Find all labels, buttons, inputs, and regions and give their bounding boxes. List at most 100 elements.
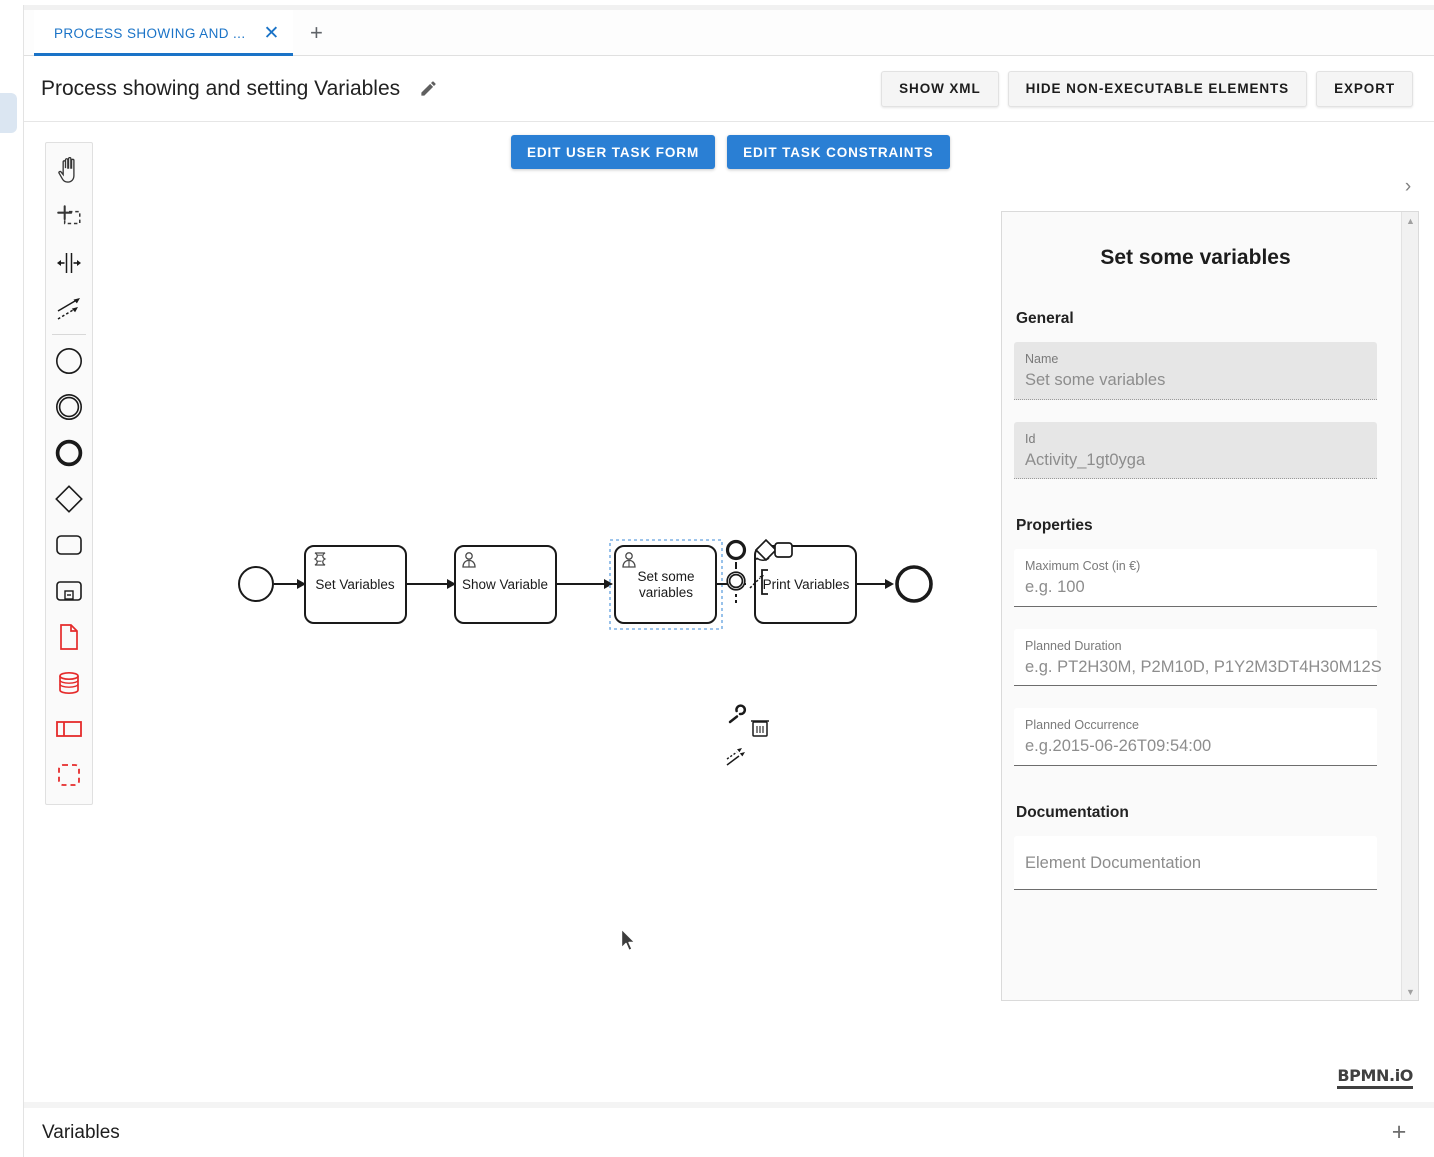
palette-intermediate-event[interactable]: [46, 384, 92, 430]
left-edge-tab[interactable]: [0, 93, 17, 133]
diagram-start-event: [239, 567, 273, 601]
close-icon[interactable]: ✕: [263, 24, 279, 43]
palette-gateway[interactable]: [46, 476, 92, 522]
context-pad-append-intermediate-event: [727, 572, 745, 590]
page-title: Process showing and setting Variables: [41, 77, 400, 101]
add-variable-button[interactable]: +: [1385, 1119, 1413, 1147]
properties-panel-content: Set some variables General Name Set some…: [1002, 212, 1401, 1000]
field-maximum-cost[interactable]: Maximum Cost (in €) e.g. 100: [1014, 549, 1377, 607]
field-planned-duration[interactable]: Planned Duration e.g. PT2H30M, P2M10D, P…: [1014, 629, 1377, 687]
palette-separator: [52, 334, 86, 335]
palette-participant[interactable]: [46, 706, 92, 752]
data-object-icon: [56, 622, 82, 652]
sequence-flow-3: [556, 579, 613, 589]
palette-lasso-tool[interactable]: [46, 194, 92, 240]
field-name[interactable]: Name Set some variables: [1014, 342, 1377, 400]
diagram-task-print-variables: Print Variables: [755, 546, 856, 623]
participant-icon: [53, 717, 85, 741]
tab-label: PROCESS SHOWING AND ...: [54, 26, 245, 41]
end-event-icon: [54, 438, 84, 468]
context-pad-append-connect-icon: [727, 748, 745, 765]
edit-task-constraints-button[interactable]: EDIT TASK CONSTRAINTS: [727, 135, 949, 169]
tab-bar: PROCESS SHOWING AND ... ✕ +: [24, 5, 1434, 56]
field-planned-occurrence-box[interactable]: Planned Occurrence e.g.2015-06-26T09:54:…: [1014, 708, 1377, 766]
documentation-textarea[interactable]: Element Documentation: [1014, 836, 1377, 890]
context-pad-append-end-event: [728, 542, 745, 559]
task-label: Show Variable: [462, 577, 548, 592]
context-pad-trash-icon: [751, 721, 769, 736]
diagram-canvas[interactable]: EDIT USER TASK FORM EDIT TASK CONSTRAINT…: [24, 122, 1434, 1107]
sequence-flow-2: [406, 579, 456, 589]
section-gap-2: [1014, 788, 1377, 804]
gateway-icon: [53, 483, 85, 515]
field-planned-duration-placeholder: e.g. PT2H30M, P2M10D, P1Y2M3DT4H30M12S: [1025, 656, 1366, 678]
chevron-right-icon[interactable]: ›: [1395, 174, 1421, 200]
app-root: PROCESS SHOWING AND ... ✕ + Process show…: [0, 0, 1434, 1157]
lasso-tool-icon: [55, 203, 83, 231]
properties-panel: Set some variables General Name Set some…: [1001, 211, 1419, 1001]
sequence-flow-1: [274, 579, 306, 589]
hide-non-executable-elements-button[interactable]: HIDE NON-EXECUTABLE ELEMENTS: [1008, 71, 1307, 107]
section-heading-properties: Properties: [1016, 517, 1377, 535]
pencil-icon[interactable]: [416, 77, 440, 101]
field-id-label: Id: [1025, 431, 1366, 447]
bpmn-io-logo[interactable]: BPMN.iO: [1337, 1068, 1413, 1089]
bpmn-palette: [45, 142, 93, 805]
title-bar: Process showing and setting Variables SH…: [24, 56, 1434, 122]
section-gap: [1014, 501, 1377, 517]
variables-bar: Variables +: [24, 1107, 1434, 1157]
subprocess-icon: [53, 578, 85, 604]
palette-hand-tool[interactable]: [46, 148, 92, 194]
show-xml-button[interactable]: SHOW XML: [881, 71, 998, 107]
global-connect-tool-icon: [54, 295, 84, 323]
data-store-icon: [54, 669, 84, 697]
section-heading-general: General: [1016, 310, 1377, 328]
group-icon: [54, 761, 84, 789]
context-pad-append-task: [775, 543, 792, 557]
variables-title: Variables: [42, 1122, 120, 1144]
new-tab-button[interactable]: +: [293, 10, 339, 56]
field-maximum-cost-box[interactable]: Maximum Cost (in €) e.g. 100: [1014, 549, 1377, 607]
field-planned-duration-box[interactable]: Planned Duration e.g. PT2H30M, P2M10D, P…: [1014, 629, 1377, 687]
palette-group[interactable]: [46, 752, 92, 798]
properties-panel-title: Set some variables: [1014, 246, 1377, 270]
space-tool-icon: [55, 250, 83, 276]
field-planned-duration-label: Planned Duration: [1025, 638, 1366, 654]
documentation-placeholder: Element Documentation: [1025, 854, 1366, 873]
task-label: Set Variables: [315, 577, 395, 592]
field-name-label: Name: [1025, 351, 1366, 367]
task-label: Set some: [637, 569, 694, 584]
palette-data-store[interactable]: [46, 660, 92, 706]
field-maximum-cost-placeholder: e.g. 100: [1025, 576, 1366, 598]
field-planned-occurrence-placeholder: e.g.2015-06-26T09:54:00: [1025, 735, 1366, 757]
properties-panel-scrollbar[interactable]: ▲ ▼: [1401, 212, 1418, 1000]
palette-space-tool[interactable]: [46, 240, 92, 286]
palette-data-object[interactable]: [46, 614, 92, 660]
field-id[interactable]: Id Activity_1gt0yga: [1014, 422, 1377, 480]
palette-subprocess[interactable]: [46, 568, 92, 614]
editor-frame: PROCESS SHOWING AND ... ✕ + Process show…: [23, 5, 1434, 1157]
field-planned-occurrence[interactable]: Planned Occurrence e.g.2015-06-26T09:54:…: [1014, 708, 1377, 766]
field-name-box[interactable]: Name Set some variables: [1014, 342, 1377, 400]
task-label-line2: variables: [639, 585, 693, 600]
palette-start-event[interactable]: [46, 338, 92, 384]
section-heading-documentation: Documentation: [1016, 804, 1377, 822]
tab-process[interactable]: PROCESS SHOWING AND ... ✕: [34, 10, 293, 56]
field-id-box[interactable]: Id Activity_1gt0yga: [1014, 422, 1377, 480]
intermediate-event-icon: [54, 392, 84, 422]
field-id-value: Activity_1gt0yga: [1025, 449, 1366, 471]
scrollbar-up-arrow-icon[interactable]: ▲: [1402, 212, 1419, 229]
diagram-task-show-variable: Show Variable: [455, 546, 556, 623]
diagram-end-event: [897, 567, 931, 601]
diagram-task-set-variables: Set Variables: [305, 546, 406, 623]
sequence-flow-5: [856, 579, 894, 589]
palette-end-event[interactable]: [46, 430, 92, 476]
palette-global-connect-tool[interactable]: [46, 286, 92, 332]
edit-user-task-form-button[interactable]: EDIT USER TASK FORM: [511, 135, 715, 169]
scrollbar-down-arrow-icon[interactable]: ▼: [1402, 983, 1419, 1000]
task-label: Print Variables: [763, 577, 850, 592]
action-button-row: EDIT USER TASK FORM EDIT TASK CONSTRAINT…: [511, 135, 950, 169]
export-button[interactable]: EXPORT: [1316, 71, 1413, 107]
field-name-value: Set some variables: [1025, 369, 1366, 391]
palette-task[interactable]: [46, 522, 92, 568]
